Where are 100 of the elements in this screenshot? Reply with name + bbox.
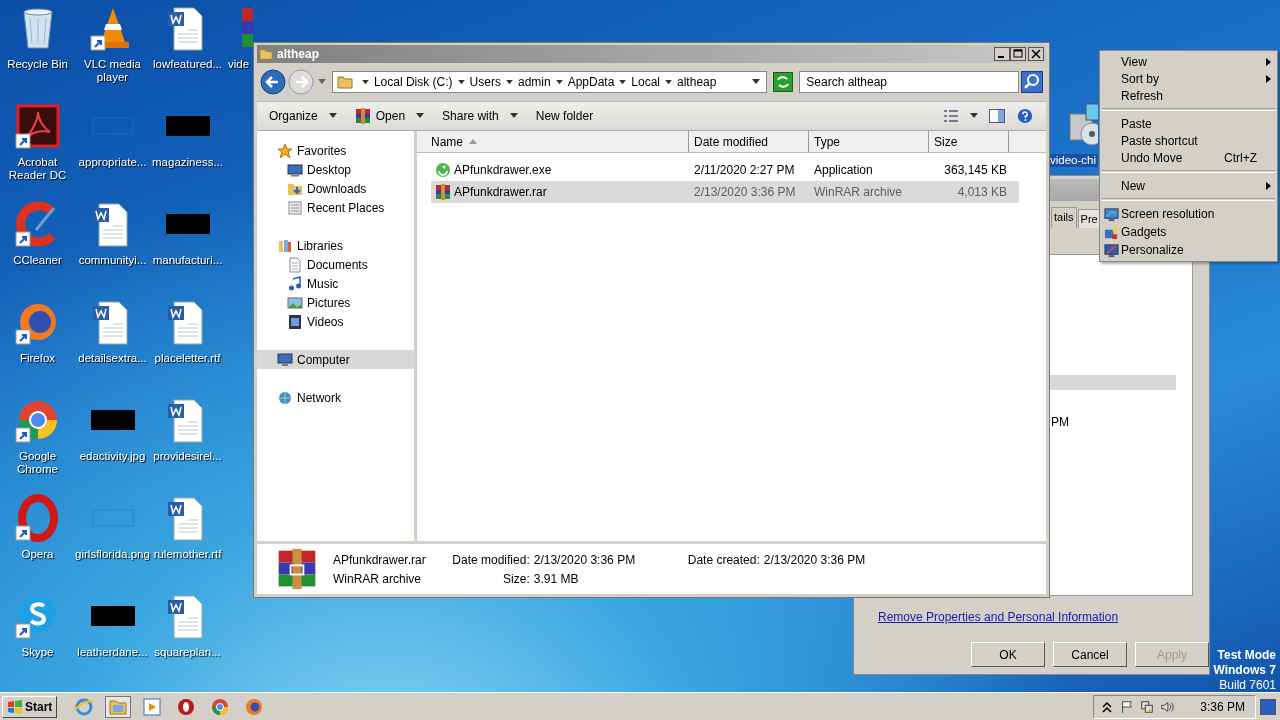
desktop-icon-label: lowfeatured... (152, 58, 222, 71)
toolbar-button[interactable]: Share with (434, 106, 526, 126)
desktop-icon-label: squareplan... (154, 646, 221, 659)
address-bar[interactable]: Local Disk (C:) Users admin AppData Local altheap (331, 71, 768, 93)
caret-icon[interactable] (970, 113, 978, 119)
caret-icon[interactable] (457, 79, 465, 85)
caret-icon[interactable] (752, 79, 761, 85)
dialog-tab[interactable]: tails (1051, 207, 1077, 228)
desktop-icon-label: Recycle Bin (7, 58, 68, 71)
caret-icon (509, 113, 518, 119)
column-header[interactable]: Date modified (689, 131, 809, 153)
acrobat-icon[interactable] (13, 102, 62, 150)
nav-item[interactable]: Network (257, 388, 414, 407)
network-icon[interactable] (1140, 699, 1155, 714)
search-field[interactable]: Search altheap (799, 71, 1020, 93)
minimize-icon[interactable] (994, 47, 1010, 61)
nav-item[interactable]: Recent Places (257, 198, 414, 217)
breadcrumb-item[interactable]: altheap (677, 75, 717, 89)
menu-item[interactable]: New (1100, 177, 1277, 194)
breadcrumb-item[interactable]: Users (469, 75, 501, 89)
details-value: 2/13/2020 3:36 PM (763, 552, 866, 567)
dialog-button[interactable]: OK (971, 642, 1045, 667)
details-value: 2/13/2020 3:36 PM (533, 552, 637, 567)
nav-item[interactable]: Videos (257, 312, 414, 331)
close-icon[interactable] (1028, 47, 1044, 61)
nav-item[interactable]: Desktop (257, 160, 414, 179)
volume-icon[interactable] (1160, 699, 1175, 714)
column-header[interactable]: Type (809, 131, 929, 153)
toolbar-button[interactable]: New folder (527, 106, 602, 126)
desktop-icon-label: edactivity.jpg (79, 450, 146, 463)
music-icon (287, 275, 303, 292)
desktop-icon (287, 161, 303, 178)
folder-icon (259, 47, 273, 61)
caret-icon[interactable] (555, 79, 563, 85)
preview-pane-icon[interactable] (988, 108, 1006, 124)
gadgets-icon (1104, 224, 1119, 240)
caret-icon[interactable] (665, 79, 673, 85)
desktop-icon-label: VLC media player (83, 58, 142, 84)
table-cell-text: Application (813, 163, 874, 177)
computer-icon (277, 351, 293, 368)
nav-item[interactable]: Music (257, 274, 414, 293)
details-value: 3.91 MB (533, 571, 580, 586)
nav-item[interactable]: Libraries (257, 236, 414, 255)
view-list-icon[interactable] (942, 108, 960, 124)
details-label: Date modified: (451, 552, 530, 567)
breadcrumb-item[interactable]: Local (631, 75, 661, 89)
dialog-tab[interactable]: Pre (1077, 209, 1101, 228)
column-header[interactable]: Name (417, 131, 689, 153)
nav-item[interactable]: Computer (257, 350, 414, 369)
refresh-icon[interactable] (773, 72, 794, 92)
menu-item[interactable]: Paste shortcut (1100, 132, 1277, 149)
start-button[interactable]: Start (2, 695, 58, 718)
toolbar-button[interactable]: Organize (261, 106, 345, 126)
breadcrumb-item[interactable]: AppData (567, 75, 615, 89)
nav-item[interactable]: Favorites (257, 141, 414, 160)
maximize-icon[interactable] (1010, 47, 1026, 61)
column-header[interactable]: Size (929, 131, 1009, 153)
nav-item[interactable]: Downloads (257, 179, 414, 198)
nav-item[interactable]: Pictures (257, 293, 414, 312)
toolbar-button[interactable]: Open (346, 105, 433, 127)
menu-item[interactable]: Gadgets (1100, 223, 1277, 241)
menu-item[interactable]: Screen resolution (1100, 205, 1277, 223)
dialog-button[interactable]: Cancel (1053, 642, 1127, 667)
library-icon (277, 237, 293, 254)
application-icon (435, 162, 451, 178)
file-row[interactable]: APfunkdrawer.exe 2/11/2020 2:27 PM Application 363,145 KB (431, 159, 1019, 181)
menu-item[interactable]: Undo Move Ctrl+Z (1100, 149, 1277, 166)
caret-icon[interactable] (361, 79, 369, 85)
table-cell-text: 4,013 KB (956, 185, 1007, 199)
flag-icon[interactable] (1120, 699, 1135, 714)
caret-icon[interactable] (505, 79, 513, 85)
personalize-icon (1104, 242, 1119, 258)
clock[interactable]: 3:36 PM (1200, 699, 1245, 714)
desktop-icon-label: Google Chrome (16, 450, 59, 476)
pictures-icon (287, 294, 303, 311)
search-icon[interactable] (1021, 71, 1043, 93)
desktop-icon-label: detailsextra... (78, 352, 147, 365)
nav-item[interactable]: Documents (257, 255, 414, 274)
menu-item[interactable]: Sort by (1100, 70, 1277, 87)
caret-icon[interactable] (619, 79, 627, 85)
documents-icon (287, 256, 303, 273)
details-file-type: WinRAR archive (333, 571, 423, 586)
remove-properties-link[interactable]: Remove Properties and Personal Information (878, 610, 1119, 624)
file-row[interactable]: APfunkdrawer.rar 2/13/2020 3:36 PM WinRAR archive 4,013 KB (431, 181, 1019, 203)
breadcrumb-item[interactable]: Local Disk (C:) (373, 75, 453, 89)
caret-icon (416, 113, 425, 119)
desktop-icon-label: girlsflorida.png (75, 548, 150, 561)
table-cell-text: 363,145 KB (943, 163, 1007, 177)
show-desktop-button[interactable] (1260, 698, 1276, 715)
menu-item[interactable]: Personalize (1100, 241, 1277, 259)
monitor-icon (1104, 206, 1119, 222)
breadcrumb-item[interactable]: admin (517, 75, 551, 89)
menu-item[interactable]: Refresh (1100, 87, 1277, 104)
help-icon[interactable] (1016, 108, 1034, 124)
menu-item[interactable]: Paste (1100, 115, 1277, 132)
folder-icon[interactable] (105, 695, 132, 718)
menu-item[interactable]: View (1100, 53, 1277, 70)
test-mode-text: Build 7601 (1219, 678, 1276, 693)
back-icon[interactable] (260, 69, 286, 95)
property-value: PM (1051, 415, 1069, 429)
